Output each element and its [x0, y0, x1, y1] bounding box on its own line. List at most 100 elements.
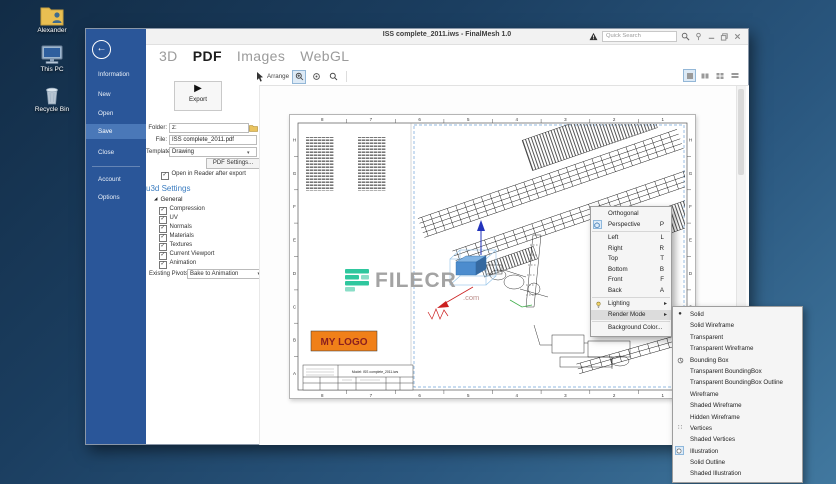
warning-icon[interactable] — [589, 32, 598, 41]
sidebar-item-label: Account — [98, 176, 121, 183]
open-in-reader-row[interactable]: ✓ Open in Reader after export — [161, 170, 246, 180]
close-icon[interactable] — [733, 32, 742, 41]
menu-item-label: Transparent — [690, 333, 724, 341]
menu-item-label: Transparent Wireframe — [690, 345, 754, 353]
desktop-icon-this-pc[interactable]: This PC — [22, 44, 82, 73]
zoom-button[interactable] — [326, 70, 340, 84]
pan-button[interactable] — [309, 70, 323, 84]
desktop-icon-alexander[interactable]: Alexander — [22, 2, 82, 34]
sidebar-item-options[interactable]: Options — [86, 190, 146, 205]
single-page-view-icon[interactable] — [683, 69, 696, 82]
submenu-item-solid[interactable]: ● Solid — [673, 309, 802, 320]
grid-label: D — [293, 271, 297, 276]
zoom-window-button[interactable] — [292, 69, 307, 84]
export-panel: ▶ Export Folder: z: File: ISS complete_2… — [146, 67, 263, 444]
submenu-item-solid-outline[interactable]: Solid Outline — [673, 457, 802, 468]
menu-item-label: Illustration — [690, 447, 719, 455]
menu-item-render-mode[interactable]: Render Mode ▸ — [591, 309, 671, 320]
checkbox-checked-icon[interactable]: ✓ — [159, 261, 167, 269]
tab-images[interactable]: Images — [237, 48, 285, 64]
submenu-item-transparent-boundingbox[interactable]: Transparent BoundingBox — [673, 366, 802, 377]
option-normals[interactable]: ✓ Normals — [159, 223, 192, 233]
perspective-icon — [593, 220, 602, 229]
sidebar-item-save[interactable]: Save — [86, 124, 146, 139]
back-button[interactable]: ← — [92, 40, 111, 59]
submenu-item-illustration[interactable]: Illustration — [673, 446, 802, 457]
scrollbar-thumb[interactable] — [738, 89, 744, 175]
search-icon[interactable] — [681, 32, 690, 41]
grid-view-icon[interactable] — [713, 69, 726, 82]
option-compression[interactable]: ✓ Compression — [159, 205, 205, 215]
submenu-item-vertices[interactable]: ∷ Vertices — [673, 423, 802, 434]
minimize-icon[interactable] — [707, 32, 716, 41]
sidebar-item-account[interactable]: Account — [86, 172, 146, 187]
submenu-item-solid-wireframe[interactable]: Solid Wireframe — [673, 320, 802, 331]
option-animation[interactable]: ✓ Animation — [159, 259, 196, 269]
menu-item-perspective[interactable]: Perspective P — [591, 220, 671, 231]
submenu-item-bounding-box[interactable]: Bounding Box — [673, 355, 802, 366]
menu-item-label: Solid Wireframe — [690, 322, 735, 330]
desktop-icon-recycle-bin[interactable]: Recycle Bin — [22, 84, 82, 113]
logo-placeholder: MY LOGO — [310, 330, 378, 352]
submenu-item-transparent-boundingbox-outline[interactable]: Transparent BoundingBox Outline — [673, 377, 802, 388]
viewport-context-menu: Orthogonal Perspective P Left L Right R To… — [590, 206, 672, 337]
option-label: Current Viewport — [169, 251, 215, 257]
option-textures[interactable]: ✓ Textures — [159, 241, 192, 251]
menu-item-right[interactable]: Right R — [591, 244, 671, 255]
menu-item-lighting[interactable]: Lighting ▸ — [591, 299, 671, 310]
list-view-icon[interactable] — [728, 69, 741, 82]
menu-item-orthogonal[interactable]: Orthogonal — [591, 209, 671, 220]
existing-pivots-value: Bake to Animation — [190, 271, 239, 277]
submenu-item-transparent[interactable]: Transparent — [673, 332, 802, 343]
sidebar-item-new[interactable]: New — [86, 87, 146, 102]
template-select[interactable]: Drawing — [169, 147, 257, 157]
option-current-viewport[interactable]: ✓ Current Viewport — [159, 250, 215, 260]
menu-item-label: Solid Outline — [690, 459, 726, 467]
submenu-item-shaded-illustration[interactable]: Shaded Illustration — [673, 468, 802, 479]
tab-3d[interactable]: 3D — [159, 48, 178, 64]
menu-item-bottom[interactable]: Bottom B — [591, 265, 671, 276]
menu-item-back[interactable]: Back A — [591, 286, 671, 297]
file-input[interactable]: ISS complete_2011.pdf — [169, 135, 257, 145]
grid-label: 8 — [321, 117, 324, 122]
option-uv[interactable]: ✓ UV — [159, 214, 178, 224]
checkbox-checked-icon[interactable]: ✓ — [161, 172, 169, 180]
browse-folder-icon[interactable] — [249, 124, 258, 132]
tab-pdf[interactable]: PDF — [193, 48, 222, 64]
sidebar-item-label: Open — [98, 110, 114, 117]
submenu-item-shaded-vertices[interactable]: Shaded Vertices — [673, 434, 802, 445]
submenu-item-shaded-wireframe[interactable]: Shaded Wireframe — [673, 400, 802, 411]
general-label: General — [160, 196, 183, 203]
sidebar-item-open[interactable]: Open — [86, 106, 146, 121]
pdf-settings-button[interactable]: PDF Settings... — [206, 158, 260, 169]
arrange-label[interactable]: Arrange — [267, 73, 289, 80]
grid-label: 7 — [370, 393, 373, 398]
restore-icon[interactable] — [720, 32, 729, 41]
two-page-view-icon[interactable] — [698, 69, 711, 82]
quick-search-input[interactable]: Quick Search — [602, 30, 677, 42]
selected-object-gizmo[interactable] — [427, 220, 533, 320]
menu-item-label: Solid — [690, 311, 704, 318]
spring-annotation — [427, 308, 449, 320]
sidebar-item-information[interactable]: Information — [86, 67, 146, 82]
grid-label: H — [293, 138, 296, 143]
submenu-item-wireframe[interactable]: Wireframe — [673, 389, 802, 400]
grid-label: F — [293, 204, 296, 209]
general-tree-group[interactable]: ◢ General — [154, 196, 182, 203]
solid-sphere-icon: ● — [678, 310, 682, 317]
pin-icon[interactable] — [694, 32, 703, 41]
export-button[interactable]: ▶ Export — [174, 81, 222, 111]
menu-item-background-color[interactable]: Background Color... — [591, 323, 671, 334]
menu-item-left[interactable]: Left L — [591, 233, 671, 244]
tree-expanded-icon[interactable]: ◢ — [154, 196, 157, 201]
menu-item-front[interactable]: Front F — [591, 275, 671, 286]
chevron-down-icon[interactable]: ▾ — [247, 148, 250, 158]
submenu-item-hidden-wireframe[interactable]: Hidden Wireframe — [673, 412, 802, 423]
menu-item-top[interactable]: Top T — [591, 254, 671, 265]
option-materials[interactable]: ✓ Materials — [159, 232, 194, 242]
sidebar-item-close[interactable]: Close — [86, 145, 146, 160]
existing-pivots-select[interactable]: Bake to Animation ▾ — [187, 269, 263, 279]
submenu-item-transparent-wireframe[interactable]: Transparent Wireframe — [673, 343, 802, 354]
folder-input[interactable]: z: — [169, 123, 249, 133]
tab-webgl[interactable]: WebGL — [300, 48, 349, 64]
